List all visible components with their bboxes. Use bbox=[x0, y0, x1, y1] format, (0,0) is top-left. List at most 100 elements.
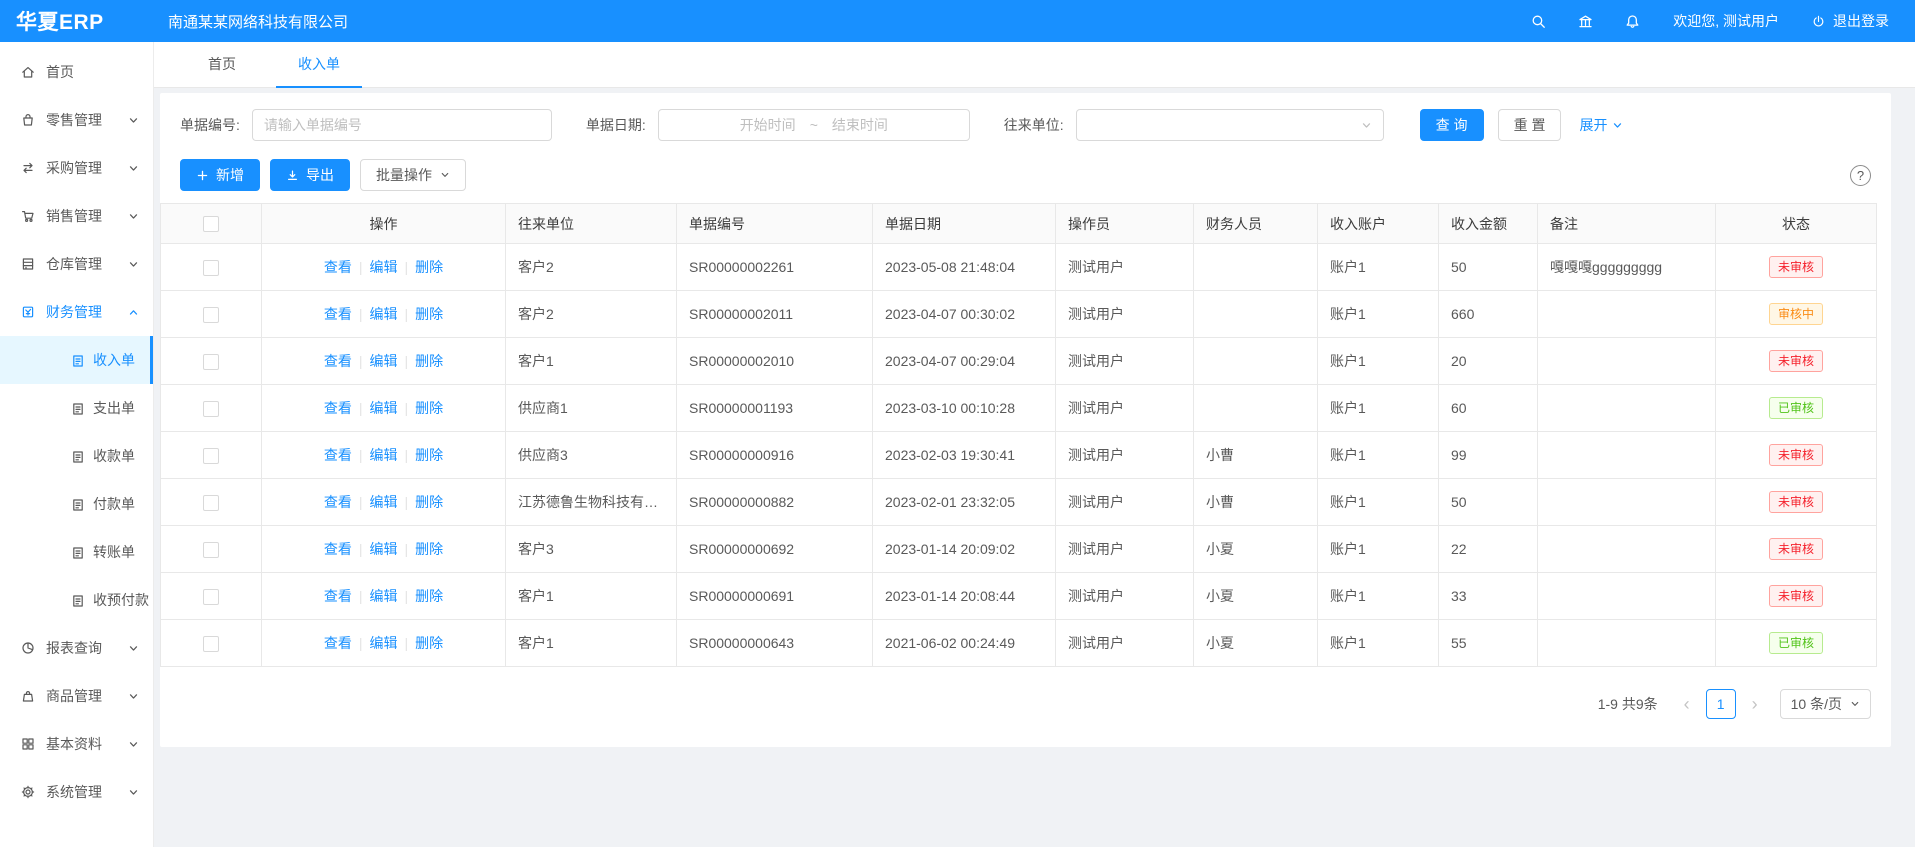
date-range-input[interactable]: 开始时间 ~ 结束时间 bbox=[658, 109, 970, 141]
sidebar-item-零售管理[interactable]: 零售管理 bbox=[0, 96, 153, 144]
edit-link[interactable]: 编辑 bbox=[370, 353, 398, 369]
sidebar-item-报表查询[interactable]: 报表查询 bbox=[0, 624, 153, 672]
sidebar-item-首页[interactable]: 首页 bbox=[0, 48, 153, 96]
edit-link[interactable]: 编辑 bbox=[370, 306, 398, 322]
edit-link[interactable]: 编辑 bbox=[370, 588, 398, 604]
table-row: 查看|编辑|删除客户1SR000000006432021-06-02 00:24… bbox=[161, 620, 1877, 667]
page-size-select[interactable]: 10 条/页 bbox=[1780, 689, 1871, 719]
finance-staff-cell: 小夏 bbox=[1194, 620, 1318, 667]
sidebar-item-系统管理[interactable]: 系统管理 bbox=[0, 768, 153, 816]
edit-link[interactable]: 编辑 bbox=[370, 447, 398, 463]
app-logo: 华夏ERP bbox=[0, 6, 154, 36]
view-link[interactable]: 查看 bbox=[324, 353, 352, 369]
sidebar-item-仓库管理[interactable]: 仓库管理 bbox=[0, 240, 153, 288]
view-link[interactable]: 查看 bbox=[324, 494, 352, 510]
add-button[interactable]: 新增 bbox=[180, 159, 260, 191]
sidebar-item-商品管理[interactable]: 商品管理 bbox=[0, 672, 153, 720]
delete-link[interactable]: 删除 bbox=[415, 353, 443, 369]
sidebar-item-基本资料[interactable]: 基本资料 bbox=[0, 720, 153, 768]
organ-label: 往来单位: bbox=[1004, 115, 1064, 135]
purchase-icon bbox=[20, 160, 36, 176]
batch-actions-button[interactable]: 批量操作 bbox=[360, 159, 466, 191]
row-checkbox[interactable] bbox=[203, 260, 219, 276]
tab-首页[interactable]: 首页 bbox=[196, 42, 248, 88]
sidebar-item-支出单[interactable]: 支出单 bbox=[0, 384, 153, 432]
delete-link[interactable]: 删除 bbox=[415, 400, 443, 416]
row-checkbox[interactable] bbox=[203, 307, 219, 323]
view-link[interactable]: 查看 bbox=[324, 259, 352, 275]
sidebar-item-label: 系统管理 bbox=[46, 782, 128, 802]
edit-link[interactable]: 编辑 bbox=[370, 494, 398, 510]
delete-link[interactable]: 删除 bbox=[415, 447, 443, 463]
sidebar-item-label: 销售管理 bbox=[46, 206, 128, 226]
sidebar-item-财务管理[interactable]: 财务管理 bbox=[0, 288, 153, 336]
expand-link[interactable]: 展开 bbox=[1579, 115, 1623, 135]
bill-no-input[interactable] bbox=[252, 109, 552, 141]
delete-link[interactable]: 删除 bbox=[415, 494, 443, 510]
account-cell: 账户1 bbox=[1318, 432, 1439, 479]
edit-link[interactable]: 编辑 bbox=[370, 635, 398, 651]
column-header-往来单位: 往来单位 bbox=[506, 204, 677, 244]
status-cell: 已审核 bbox=[1716, 385, 1877, 432]
plus-icon bbox=[196, 169, 209, 182]
help-icon[interactable]: ? bbox=[1850, 165, 1871, 186]
status-badge: 未审核 bbox=[1769, 256, 1823, 278]
tab-收入单[interactable]: 收入单 bbox=[276, 42, 362, 88]
sidebar-item-收预付款[interactable]: 收预付款 bbox=[0, 576, 153, 624]
row-checkbox[interactable] bbox=[203, 401, 219, 417]
sidebar-item-采购管理[interactable]: 采购管理 bbox=[0, 144, 153, 192]
row-checkbox[interactable] bbox=[203, 448, 219, 464]
row-checkbox[interactable] bbox=[203, 354, 219, 370]
row-checkbox[interactable] bbox=[203, 495, 219, 511]
view-link[interactable]: 查看 bbox=[324, 635, 352, 651]
reset-button[interactable]: 重 置 bbox=[1498, 109, 1562, 141]
row-checkbox[interactable] bbox=[203, 542, 219, 558]
logout-label: 退出登录 bbox=[1833, 11, 1889, 31]
page-number-button[interactable]: 1 bbox=[1706, 689, 1736, 719]
account-cell: 账户1 bbox=[1318, 338, 1439, 385]
organ-cell: 供应商1 bbox=[506, 385, 677, 432]
edit-link[interactable]: 编辑 bbox=[370, 259, 398, 275]
view-link[interactable]: 查看 bbox=[324, 400, 352, 416]
delete-link[interactable]: 删除 bbox=[415, 635, 443, 651]
remark-cell bbox=[1538, 338, 1716, 385]
chevron-down-icon bbox=[1361, 120, 1372, 131]
edit-link[interactable]: 编辑 bbox=[370, 541, 398, 557]
status-badge: 未审核 bbox=[1769, 585, 1823, 607]
remark-cell bbox=[1538, 291, 1716, 338]
view-link[interactable]: 查看 bbox=[324, 306, 352, 322]
sidebar-item-label: 仓库管理 bbox=[46, 254, 128, 274]
search-icon[interactable] bbox=[1530, 13, 1547, 30]
sidebar-item-销售管理[interactable]: 销售管理 bbox=[0, 192, 153, 240]
logout-button[interactable]: 退出登录 bbox=[1811, 11, 1889, 31]
edit-link[interactable]: 编辑 bbox=[370, 400, 398, 416]
sidebar-item-付款单[interactable]: 付款单 bbox=[0, 480, 153, 528]
row-checkbox[interactable] bbox=[203, 636, 219, 652]
view-link[interactable]: 查看 bbox=[324, 447, 352, 463]
delete-link[interactable]: 删除 bbox=[415, 306, 443, 322]
export-button[interactable]: 导出 bbox=[270, 159, 350, 191]
delete-link[interactable]: 删除 bbox=[415, 588, 443, 604]
organ-select[interactable] bbox=[1076, 109, 1384, 141]
view-link[interactable]: 查看 bbox=[324, 588, 352, 604]
sidebar-item-转账单[interactable]: 转账单 bbox=[0, 528, 153, 576]
bell-icon[interactable] bbox=[1624, 13, 1641, 30]
chevron-down-icon bbox=[128, 259, 139, 270]
bank-icon[interactable] bbox=[1577, 13, 1594, 30]
prev-page-icon[interactable]: ‹ bbox=[1672, 689, 1702, 719]
delete-link[interactable]: 删除 bbox=[415, 541, 443, 557]
organ-cell: 江苏德鲁生物科技有限... bbox=[506, 479, 677, 526]
delete-link[interactable]: 删除 bbox=[415, 259, 443, 275]
status-badge: 审核中 bbox=[1769, 303, 1823, 325]
search-button[interactable]: 查 询 bbox=[1420, 109, 1484, 141]
bill-date-label: 单据日期: bbox=[586, 115, 646, 135]
sidebar-item-收入单[interactable]: 收入单 bbox=[0, 336, 153, 384]
row-checkbox[interactable] bbox=[203, 589, 219, 605]
select-all-checkbox[interactable] bbox=[203, 216, 219, 232]
organ-cell: 客户2 bbox=[506, 244, 677, 291]
next-page-icon[interactable]: › bbox=[1740, 689, 1770, 719]
sidebar-item-收款单[interactable]: 收款单 bbox=[0, 432, 153, 480]
view-link[interactable]: 查看 bbox=[324, 541, 352, 557]
doc-icon bbox=[70, 449, 85, 464]
table-row: 查看|编辑|删除供应商1SR000000011932023-03-10 00:1… bbox=[161, 385, 1877, 432]
